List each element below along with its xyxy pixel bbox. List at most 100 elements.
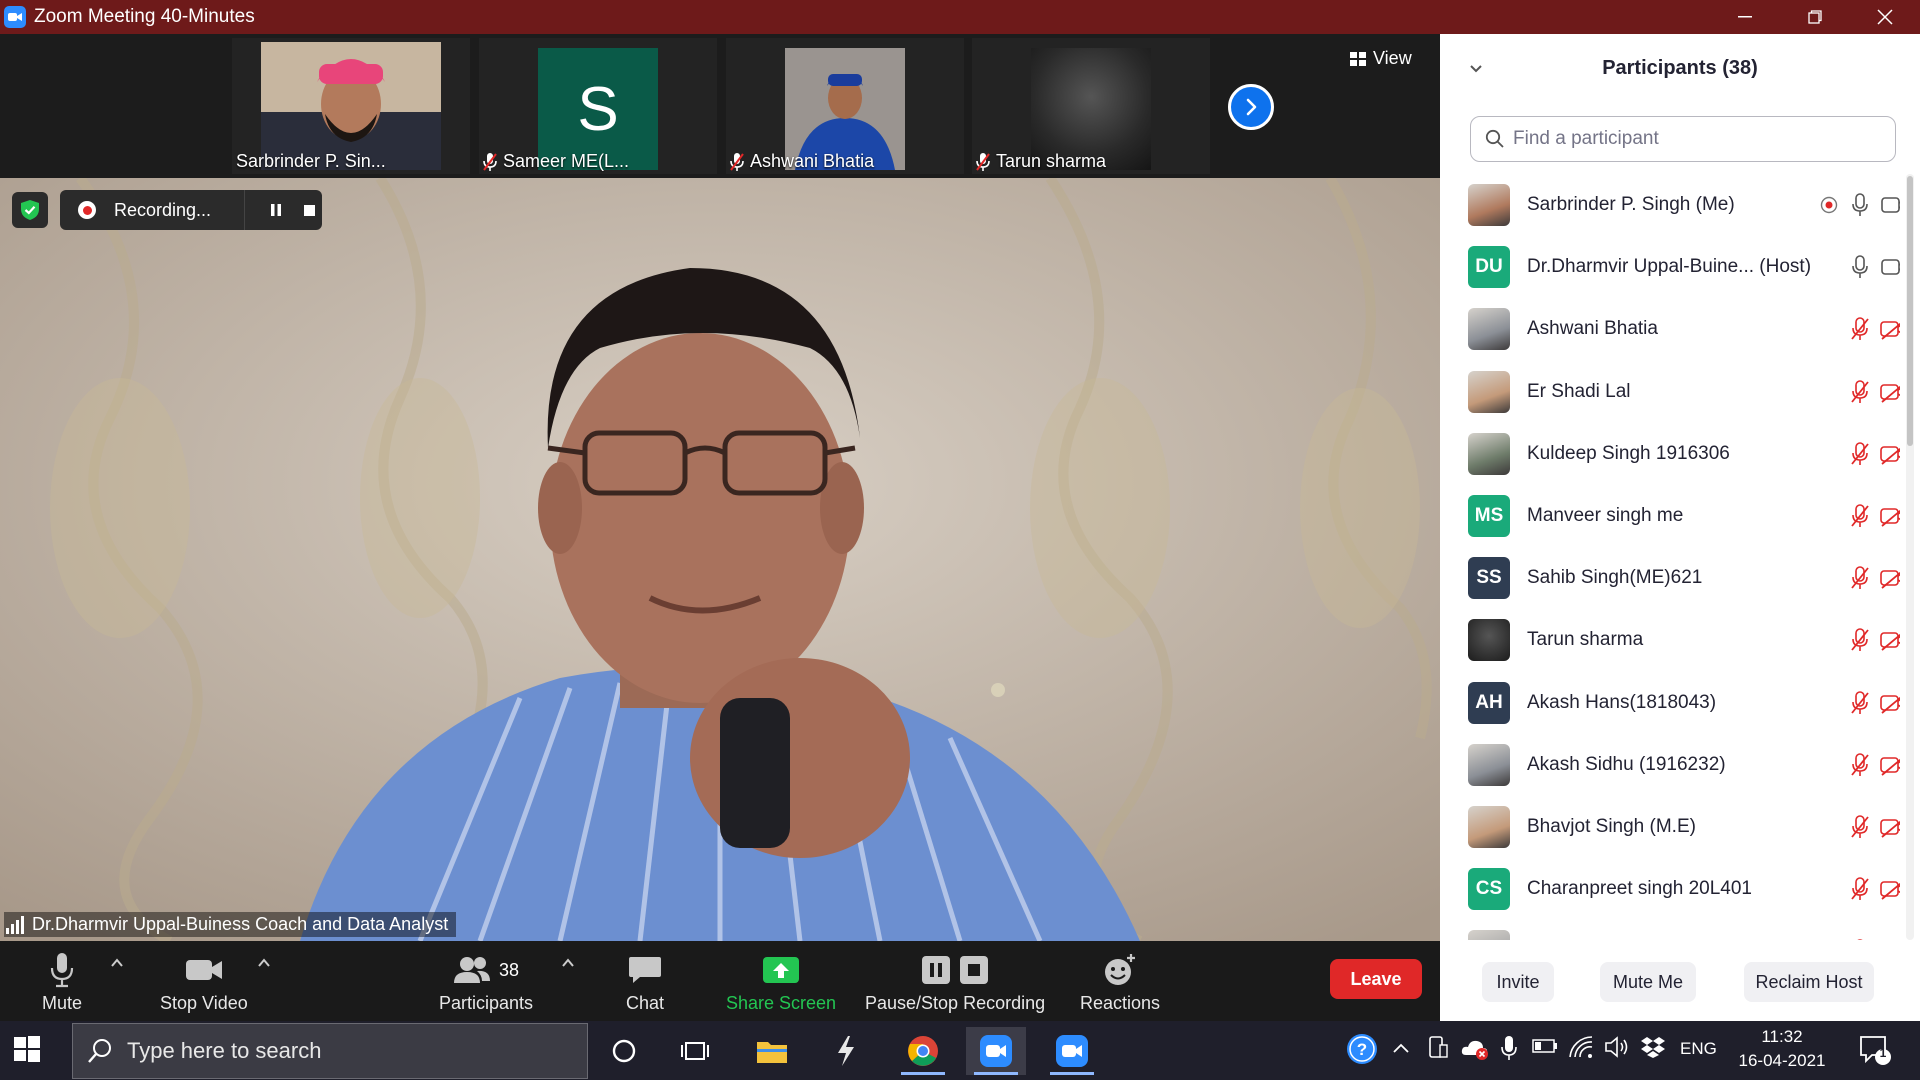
pause-stop-recording-button[interactable]: Pause/Stop Recording: [865, 949, 1045, 1014]
microphone-muted-icon[interactable]: [1846, 937, 1874, 940]
microphone-tray-icon[interactable]: [1500, 1035, 1518, 1061]
participant-avatar: [1468, 432, 1510, 475]
battery-icon[interactable]: [1532, 1035, 1558, 1057]
participant-row[interactable]: AH Akash Hans(1818043): [1440, 672, 1900, 734]
participant-avatar: CS: [1468, 868, 1510, 911]
video-camera-icon[interactable]: [1880, 191, 1900, 219]
mute-button[interactable]: Mute: [42, 949, 82, 1014]
microphone-muted-icon[interactable]: [1846, 689, 1874, 717]
wifi-icon[interactable]: [1568, 1035, 1594, 1059]
system-clock[interactable]: 11:32 16-04-2021: [1730, 1025, 1834, 1073]
find-participant-input[interactable]: Find a participant: [1470, 116, 1896, 162]
participant-name: Sahib Singh(ME)621: [1527, 567, 1703, 589]
file-explorer-button[interactable]: [742, 1027, 802, 1075]
volume-icon[interactable]: [1604, 1035, 1630, 1059]
microphone-muted-icon[interactable]: [1846, 751, 1874, 779]
stop-recording-button[interactable]: [296, 198, 322, 222]
minimize-button[interactable]: [1710, 0, 1780, 34]
video-camera-off-icon[interactable]: [1880, 937, 1900, 940]
app-lightning-button[interactable]: [816, 1027, 876, 1075]
participants-options-caret-icon[interactable]: [560, 955, 576, 971]
start-button[interactable]: [14, 1036, 40, 1062]
mute-me-button[interactable]: Mute Me: [1600, 962, 1696, 1002]
participant-avatar: [1468, 743, 1510, 786]
chrome-button[interactable]: [893, 1027, 953, 1075]
video-camera-off-icon[interactable]: [1880, 813, 1900, 841]
participant-row[interactable]: Akash Sidhu (1916232): [1440, 734, 1900, 796]
microphone-muted-icon[interactable]: [1846, 502, 1874, 530]
share-screen-button[interactable]: Share Screen: [726, 949, 836, 1014]
participant-row[interactable]: Sarbrinder P. Singh (Me): [1440, 174, 1900, 236]
participant-row[interactable]: SS Sahib Singh(ME)621: [1440, 547, 1900, 609]
microphone-muted-icon[interactable]: [1846, 875, 1874, 903]
view-button[interactable]: View: [1350, 48, 1412, 69]
zoom-taskbar-button[interactable]: [1042, 1027, 1102, 1075]
help-icon[interactable]: ?: [1346, 1033, 1378, 1065]
cortana-button[interactable]: [594, 1027, 654, 1075]
video-options-caret-icon[interactable]: [256, 955, 272, 971]
audio-options-caret-icon[interactable]: [109, 955, 125, 971]
participant-row[interactable]: Ashwani Bhatia: [1440, 298, 1900, 360]
video-camera-icon[interactable]: [1880, 253, 1900, 281]
chat-button[interactable]: Chat: [626, 949, 664, 1014]
microphone-muted-icon[interactable]: [1846, 378, 1874, 406]
microphone-muted-icon[interactable]: [1846, 626, 1874, 654]
running-indicator: [901, 1072, 945, 1075]
dropbox-icon[interactable]: [1640, 1035, 1666, 1059]
video-camera-off-icon[interactable]: [1880, 564, 1900, 592]
video-camera-off-icon[interactable]: [1880, 440, 1900, 468]
close-button[interactable]: [1850, 0, 1920, 34]
stop-video-label: Stop Video: [160, 993, 248, 1013]
invite-button[interactable]: Invite: [1482, 962, 1554, 1002]
video-tile-sarbrinder[interactable]: Sarbrinder P. Sin...: [232, 38, 470, 174]
participant-row[interactable]: Bhavjot Singh (M.E): [1440, 796, 1900, 858]
show-hidden-icons-chevron-icon[interactable]: [1392, 1039, 1410, 1057]
reactions-button[interactable]: Reactions: [1080, 949, 1160, 1014]
security-shield-icon[interactable]: [12, 192, 48, 228]
participants-button[interactable]: 38 Participants: [439, 949, 533, 1014]
participant-row[interactable]: Dr Vikas Batta: [1440, 920, 1900, 940]
participant-avatar: MS: [1468, 495, 1510, 537]
video-camera-off-icon[interactable]: [1880, 689, 1900, 717]
input-language-indicator[interactable]: ENG: [1680, 1039, 1717, 1059]
taskbar-search-placeholder: Type here to search: [127, 1038, 322, 1063]
video-camera-off-icon[interactable]: [1880, 378, 1900, 406]
restore-button[interactable]: [1780, 0, 1850, 34]
zoom-taskbar-button-active[interactable]: [966, 1027, 1026, 1075]
video-camera-off-icon[interactable]: [1880, 315, 1900, 343]
panel-scrollbar[interactable]: [1906, 174, 1914, 940]
stop-icon: [960, 956, 989, 984]
video-tile-ashwani[interactable]: Ashwani Bhatia: [726, 38, 964, 174]
taskbar-search-box[interactable]: Type here to search: [72, 1023, 588, 1079]
participant-name: Er Shadi Lal: [1527, 380, 1631, 402]
reclaim-host-button[interactable]: Reclaim Host: [1744, 962, 1874, 1002]
microphone-muted-icon[interactable]: [1846, 813, 1874, 841]
video-tile-tarun[interactable]: Tarun sharma: [972, 38, 1210, 174]
participant-row[interactable]: DU Dr.Dharmvir Uppal-Buine... (Host): [1440, 236, 1900, 298]
video-tile-sameer[interactable]: S Sameer ME(L...: [479, 38, 717, 174]
video-camera-off-icon[interactable]: [1880, 875, 1900, 903]
microphone-muted-icon[interactable]: [1846, 564, 1874, 592]
stop-video-button[interactable]: Stop Video: [160, 949, 248, 1014]
action-center-button[interactable]: 1: [1858, 1033, 1892, 1067]
onedrive-error-icon[interactable]: [1460, 1035, 1490, 1061]
pause-recording-button[interactable]: [263, 198, 289, 222]
task-view-button[interactable]: [665, 1027, 725, 1075]
device-tray-icon[interactable]: [1428, 1035, 1448, 1061]
microphone-muted-icon[interactable]: [1846, 440, 1874, 468]
participant-row[interactable]: Er Shadi Lal: [1440, 361, 1900, 423]
microphone-icon[interactable]: [1846, 253, 1874, 281]
video-camera-off-icon[interactable]: [1880, 751, 1900, 779]
participant-row[interactable]: Tarun sharma: [1440, 609, 1900, 671]
microphone-icon[interactable]: [1846, 191, 1874, 219]
microphone-muted-icon[interactable]: [1846, 315, 1874, 343]
participant-row[interactable]: CS Charanpreet singh 20L401: [1440, 858, 1900, 920]
next-page-button[interactable]: [1228, 84, 1274, 130]
participant-row[interactable]: MS Manveer singh me: [1440, 485, 1900, 547]
video-camera-off-icon[interactable]: [1880, 626, 1900, 654]
meeting-controls: Mute Stop Video 38 Participants Chat Sha…: [0, 941, 1440, 1021]
participant-row[interactable]: Kuldeep Singh 1916306: [1440, 423, 1900, 485]
participant-name: Kuldeep Singh 1916306: [1527, 442, 1730, 464]
leave-button[interactable]: Leave: [1330, 959, 1422, 999]
video-camera-off-icon[interactable]: [1880, 502, 1900, 530]
